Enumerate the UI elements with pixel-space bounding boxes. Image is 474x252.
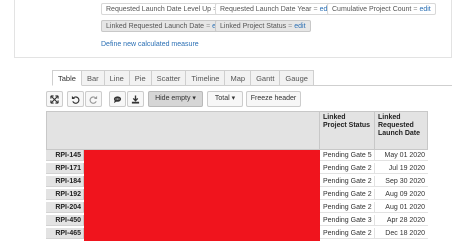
date-cell: Aug 09 2020 xyxy=(375,189,428,200)
date-cell: Aug 01 2020 xyxy=(375,202,428,213)
total-dropdown[interactable]: Total ▾ xyxy=(207,91,243,107)
equals-sign: = xyxy=(413,6,418,13)
column-header-linked-requested-launch-date[interactable]: Linked Requested Launch Date xyxy=(375,111,428,150)
tab-timeline[interactable]: Timeline xyxy=(186,70,226,86)
calculated-measures-panel: Requested Launch Date Level Up=edit Requ… xyxy=(14,0,452,58)
download-icon xyxy=(131,95,140,104)
tab-line[interactable]: Line xyxy=(104,70,130,86)
redaction-block xyxy=(84,150,320,241)
total-label: Total xyxy=(214,95,230,102)
status-cell: Pending Gate 3 xyxy=(320,215,375,226)
chevron-down-icon: ▾ xyxy=(231,95,236,102)
undo-button[interactable] xyxy=(67,91,84,107)
measure-edit-link[interactable]: edit xyxy=(419,6,430,13)
chevron-down-icon: ▾ xyxy=(192,95,196,102)
undo-icon xyxy=(71,95,80,104)
tab-pie[interactable]: Pie xyxy=(129,70,152,86)
chart-type-tabs: Table Bar Line Pie Scatter Timeline Map … xyxy=(52,70,314,86)
fullscreen-button[interactable] xyxy=(46,91,63,107)
equals-sign: = xyxy=(206,23,211,30)
freeze-header-button[interactable]: Freeze header xyxy=(246,91,301,107)
row-label[interactable]: RPI-450 xyxy=(46,215,84,226)
measure-chip-cumulative-project-count[interactable]: Cumulative Project Count = edit xyxy=(327,3,436,15)
date-cell: May 01 2020 xyxy=(375,150,428,161)
hide-empty-label: Hide empty xyxy=(155,95,191,102)
redo-icon xyxy=(89,95,98,104)
export-button[interactable] xyxy=(127,91,144,107)
date-cell: Sep 30 2020 xyxy=(375,176,428,187)
status-cell: Pending Gate 5 xyxy=(320,150,375,161)
redo-button[interactable] xyxy=(85,91,102,107)
measure-chip-label: Linked Requested Launch Date xyxy=(106,23,205,30)
tab-gantt[interactable]: Gantt xyxy=(251,70,281,86)
expand-icon xyxy=(50,95,59,104)
tab-scatter[interactable]: Scatter xyxy=(151,70,187,86)
measure-edit-link[interactable]: edit xyxy=(294,23,305,30)
tab-bar[interactable]: Bar xyxy=(81,70,105,86)
hide-empty-dropdown[interactable]: Hide empty ▾ xyxy=(148,91,203,107)
row-label[interactable]: RPI-204 xyxy=(46,202,84,213)
equals-sign: = xyxy=(288,23,293,30)
date-cell: Jul 19 2020 xyxy=(375,163,428,174)
measure-chip-label: Requested Launch Date Level Up xyxy=(106,6,212,13)
status-cell: Pending Gate 2 xyxy=(320,189,375,200)
date-cell: Dec 18 2020 xyxy=(375,228,428,239)
tab-table[interactable]: Table xyxy=(52,70,82,86)
measure-chip-label: Linked Project Status xyxy=(220,23,287,30)
row-label[interactable]: RPI-465 xyxy=(46,228,84,239)
status-cell: Pending Gate 2 xyxy=(320,228,375,239)
status-cell: Pending Gate 2 xyxy=(320,202,375,213)
tab-map[interactable]: Map xyxy=(225,70,252,86)
measure-chip-linked-requested-launch-date[interactable]: Linked Requested Launch Date=edit xyxy=(101,20,229,32)
row-label[interactable]: RPI-184 xyxy=(46,176,84,187)
row-label[interactable]: RPI-145 xyxy=(46,150,84,161)
tab-gauge[interactable]: Gauge xyxy=(280,70,314,86)
row-label[interactable]: RPI-192 xyxy=(46,189,84,200)
row-header-corner xyxy=(46,111,320,150)
date-cell: Apr 28 2020 xyxy=(375,215,428,226)
equals-sign: = xyxy=(313,6,318,13)
measure-chip-label: Requested Launch Date Year xyxy=(220,6,312,13)
measure-chip-label: Cumulative Project Count xyxy=(332,6,412,13)
results-table: Linked Project Status Linked Requested L… xyxy=(46,111,428,241)
comment-button[interactable] xyxy=(109,91,126,107)
column-header-linked-project-status[interactable]: Linked Project Status xyxy=(320,111,375,150)
measure-chip-linked-project-status[interactable]: Linked Project Status = edit xyxy=(215,20,311,32)
comment-icon xyxy=(113,96,122,104)
define-calculated-measure-link[interactable]: Define new calculated measure xyxy=(101,41,199,48)
status-cell: Pending Gate 2 xyxy=(320,163,375,174)
status-cell: Pending Gate 2 xyxy=(320,176,375,187)
measure-chip-requested-launch-date-year[interactable]: Requested Launch Date Year = edit xyxy=(215,3,336,15)
row-label[interactable]: RPI-171 xyxy=(46,163,84,174)
